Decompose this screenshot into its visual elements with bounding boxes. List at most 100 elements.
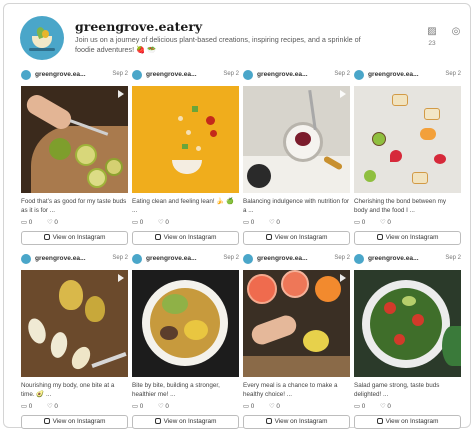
reel-icon <box>118 90 124 98</box>
like-count: ♡ 0 <box>47 219 58 226</box>
post-caption: Every meal is a chance to make a healthy… <box>243 382 338 398</box>
profile-name[interactable]: greengrove.eatery <box>75 19 202 34</box>
post-date: Sep 2 <box>445 255 461 261</box>
like-count: ♡ 0 <box>47 403 58 410</box>
post-handle[interactable]: greengrove.ea... <box>35 71 86 78</box>
kale <box>442 326 461 366</box>
kiwi <box>372 132 386 146</box>
lime <box>49 138 71 160</box>
post-handle[interactable]: greengrove.ea... <box>368 71 419 78</box>
like-count: ♡ 0 <box>269 403 280 410</box>
view-on-instagram-button[interactable]: View on Instagram <box>354 231 461 245</box>
view-on-instagram-button[interactable]: View on Instagram <box>354 415 461 429</box>
post-image[interactable] <box>354 270 461 377</box>
post-header: greengrove.ea... Sep 2 <box>354 252 461 266</box>
post-handle[interactable]: greengrove.ea... <box>146 71 197 78</box>
comment-count: ▭ 0 <box>354 219 366 226</box>
hand <box>248 312 300 348</box>
post-image[interactable] <box>354 86 461 193</box>
instagram-icon[interactable]: ◎ <box>448 25 464 39</box>
pear-slice <box>48 330 70 360</box>
view-on-instagram-button[interactable]: View on Instagram <box>21 231 128 245</box>
post-avatar <box>132 70 142 80</box>
post-stats: ▭ 0 ♡ 0 <box>132 219 239 229</box>
post-header: greengrove.ea... Sep 2 <box>132 68 239 82</box>
feed-widget: greengrove.eatery Join us on a journey o… <box>3 3 471 430</box>
profile-avatar[interactable] <box>20 16 64 60</box>
pear <box>85 296 105 322</box>
post-header: greengrove.ea... Sep 2 <box>243 68 350 82</box>
post-date: Sep 2 <box>445 71 461 77</box>
comment-count: ▭ 0 <box>21 219 33 226</box>
cutting-board <box>243 356 350 377</box>
post-stats: ▭ 0 ♡ 0 <box>243 403 350 413</box>
post-handle[interactable]: greengrove.ea... <box>35 255 86 262</box>
comment-icon: ▭ <box>243 219 249 226</box>
heart-icon: ♡ <box>269 403 275 410</box>
pear <box>59 280 83 310</box>
hand <box>23 91 75 133</box>
cucumber <box>182 144 188 149</box>
post-avatar <box>132 254 142 264</box>
post-avatar <box>21 254 31 264</box>
post-avatar <box>243 70 253 80</box>
view-on-instagram-button[interactable]: View on Instagram <box>21 415 128 429</box>
toast <box>412 172 428 184</box>
post-header: greengrove.ea... Sep 2 <box>21 252 128 266</box>
strawberry <box>390 150 402 162</box>
instagram-icon <box>265 418 272 424</box>
grapefruit <box>281 270 309 298</box>
follow-stat[interactable]: ◎ <box>448 25 464 39</box>
post-image[interactable] <box>21 270 128 377</box>
instagram-icon <box>154 418 161 424</box>
view-on-instagram-button[interactable]: View on Instagram <box>243 231 350 245</box>
post-date: Sep 2 <box>112 255 128 261</box>
tomato <box>412 314 424 326</box>
post-image[interactable] <box>243 86 350 193</box>
comment-icon: ▭ <box>21 219 27 226</box>
profile-header: greengrove.eatery Join us on a journey o… <box>20 13 460 63</box>
bowl <box>172 160 202 174</box>
comment-icon: ▭ <box>243 403 249 410</box>
post-card: greengrove.ea... Sep 2 Nourishing my bod… <box>21 252 128 430</box>
logo-base <box>29 48 55 51</box>
post-stats: ▭ 0 ♡ 0 <box>21 219 128 229</box>
chickpea <box>178 116 183 121</box>
post-handle[interactable]: greengrove.ea... <box>146 255 197 262</box>
post-card: greengrove.ea... Sep 2 Cherishing the bo… <box>354 68 461 246</box>
post-header: greengrove.ea... Sep 2 <box>243 252 350 266</box>
posts-stat: ▨ 23 <box>424 25 440 47</box>
post-date: Sep 2 <box>223 71 239 77</box>
post-image[interactable] <box>21 86 128 193</box>
heart-icon: ♡ <box>158 219 164 226</box>
post-date: Sep 2 <box>223 255 239 261</box>
tomato <box>210 130 217 137</box>
post-stats: ▭ 0 ♡ 0 <box>243 219 350 229</box>
post-handle[interactable]: greengrove.ea... <box>368 255 419 262</box>
view-on-instagram-button[interactable]: View on Instagram <box>243 415 350 429</box>
post-image[interactable] <box>132 86 239 193</box>
post-date: Sep 2 <box>334 71 350 77</box>
view-on-instagram-button[interactable]: View on Instagram <box>132 415 239 429</box>
post-caption: Salad game strong, taste buds delighted!… <box>354 382 440 398</box>
post-image[interactable] <box>243 270 350 377</box>
comment-icon: ▭ <box>354 403 360 410</box>
lime-slice <box>87 168 107 188</box>
post-handle[interactable]: greengrove.ea... <box>257 255 308 262</box>
comment-count: ▭ 0 <box>243 219 255 226</box>
comment-count: ▭ 0 <box>21 403 33 410</box>
tomato <box>206 116 215 125</box>
post-avatar <box>243 254 253 264</box>
post-handle[interactable]: greengrove.ea... <box>257 71 308 78</box>
reel-icon <box>340 274 346 282</box>
logo-fruit <box>42 30 49 38</box>
post-caption: Cherishing the bond between my body and … <box>354 198 447 214</box>
beans <box>160 326 178 340</box>
knife <box>91 351 127 369</box>
comment-icon: ▭ <box>132 403 138 410</box>
post-card: greengrove.ea... Sep 2 Bite by bite, bui… <box>132 252 239 430</box>
post-image[interactable] <box>132 270 239 377</box>
view-on-instagram-button[interactable]: View on Instagram <box>132 231 239 245</box>
post-card: greengrove.ea... Sep 2 Salad game strong… <box>354 252 461 430</box>
heart-icon: ♡ <box>380 219 386 226</box>
